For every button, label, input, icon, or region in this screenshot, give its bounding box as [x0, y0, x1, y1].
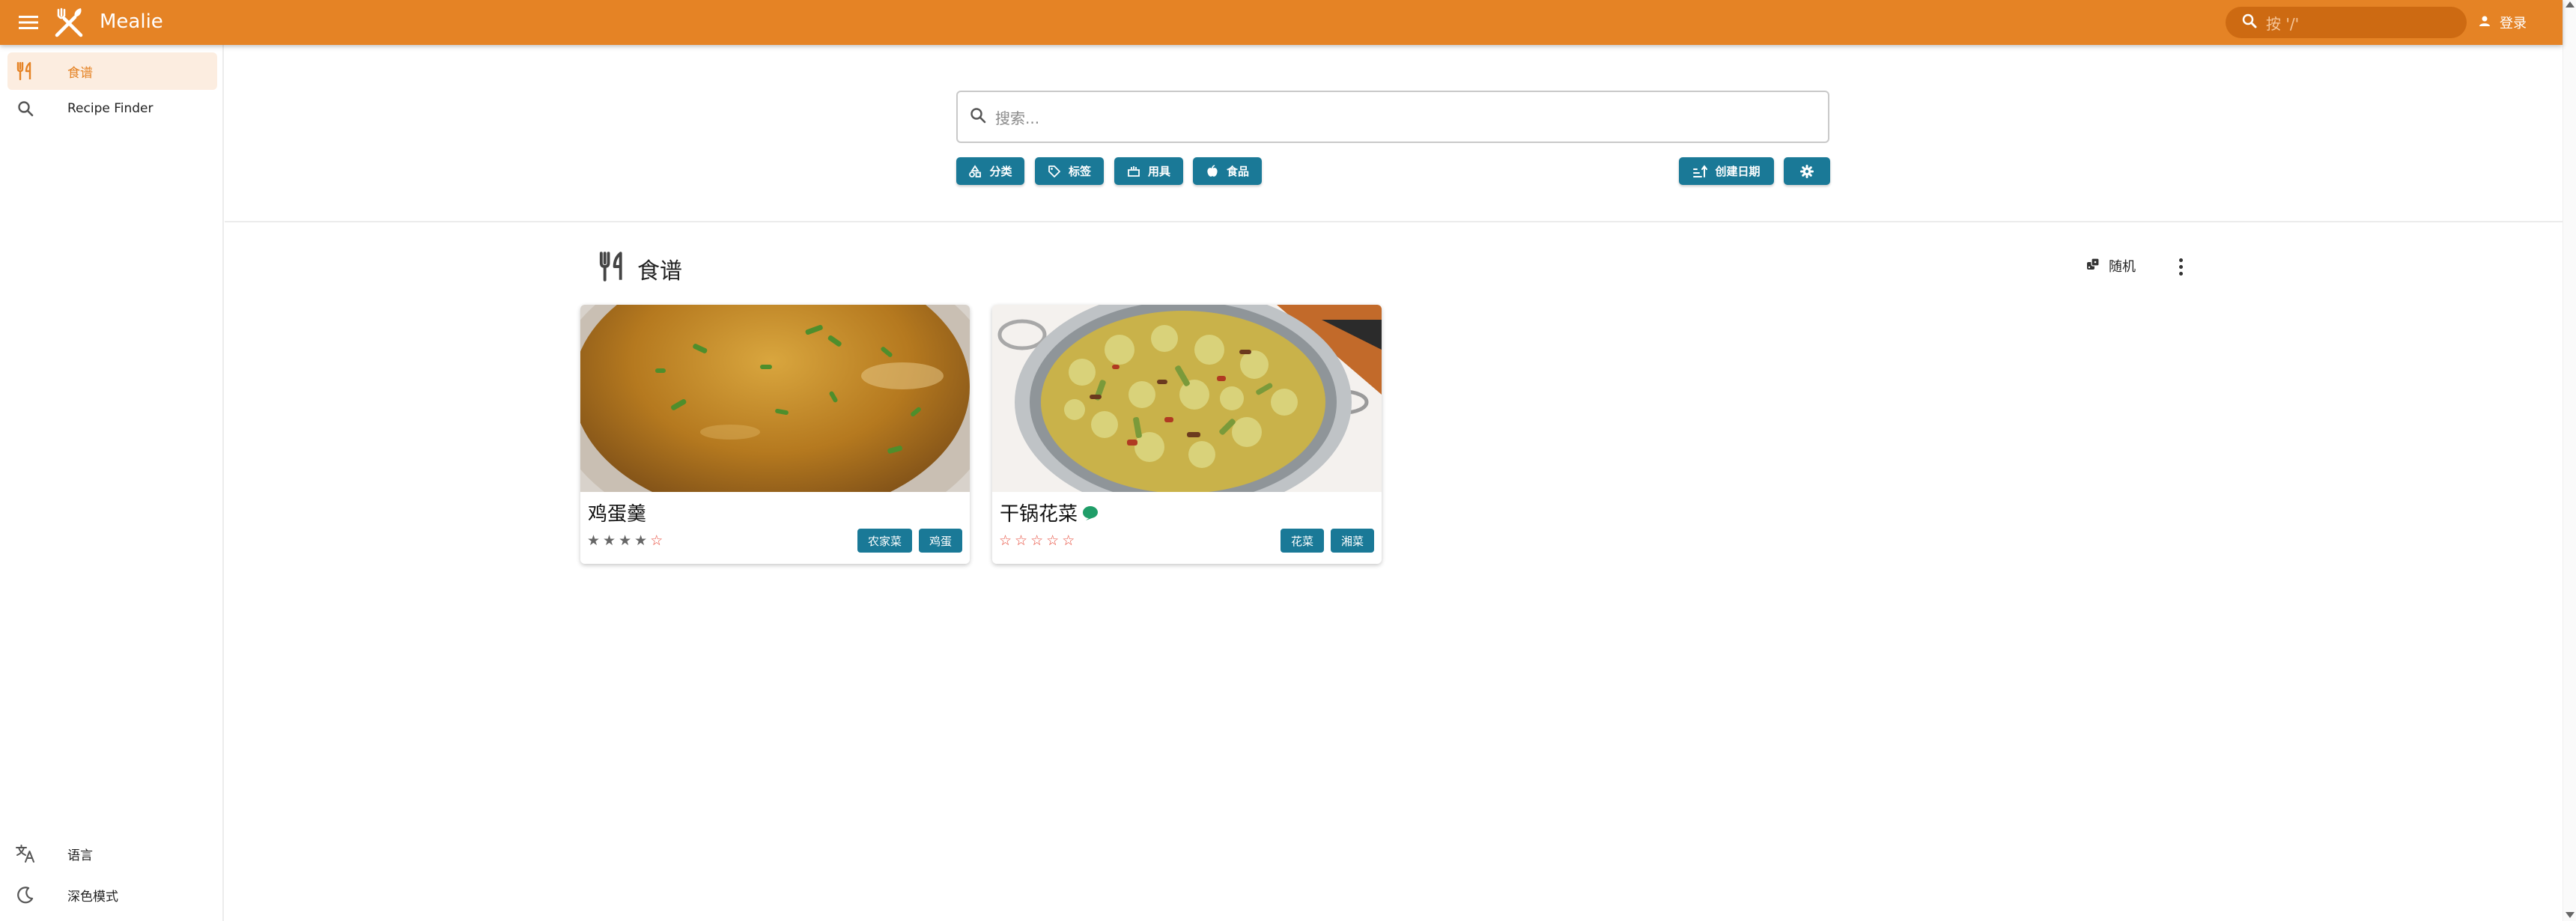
- app-bar: Mealie 按 '/' 登录: [0, 0, 2563, 45]
- fork-knife-icon: [598, 251, 629, 285]
- recipe-rating[interactable]: ★ ★ ★ ★ ☆: [587, 532, 663, 549]
- sidebar-item-recipes[interactable]: 食谱: [7, 52, 217, 90]
- filter-tools-label: 用具: [1147, 165, 1170, 178]
- recipe-search-input[interactable]: 搜索...: [956, 91, 1829, 143]
- sidebar: 食谱 Recipe Finder 语言 深色模式: [0, 45, 224, 921]
- food-apple-icon: [1207, 164, 1218, 177]
- more-options-icon[interactable]: [2172, 253, 2190, 280]
- filter-foods-label: 食品: [1226, 165, 1249, 178]
- star-outline-icon[interactable]: ☆: [1046, 532, 1059, 549]
- sidebar-item-language[interactable]: 语言: [7, 835, 217, 872]
- random-button[interactable]: 随机: [2086, 256, 2136, 276]
- search-icon: [2242, 13, 2257, 31]
- star-icon[interactable]: ★: [634, 532, 647, 549]
- dice-icon: [2086, 257, 2100, 275]
- star-outline-icon[interactable]: ☆: [1062, 532, 1075, 549]
- app-title[interactable]: Mealie: [100, 10, 163, 33]
- filter-tags-button[interactable]: 标签: [1035, 157, 1104, 185]
- translate-icon: [7, 844, 43, 863]
- recipe-search-placeholder: 搜索...: [995, 109, 1040, 127]
- recipe-name[interactable]: 干锅花菜: [1000, 499, 1099, 526]
- filter-categories-label: 分类: [989, 165, 1012, 178]
- sidebar-item-label: Recipe Finder: [67, 101, 154, 116]
- dark-mode-icon: [7, 886, 43, 904]
- recipe-name[interactable]: 鸡蛋羹: [588, 499, 646, 526]
- recipe-rating[interactable]: ☆ ☆ ☆ ☆ ☆: [999, 532, 1075, 549]
- recipe-image: [580, 305, 970, 492]
- section-title: 食谱: [637, 258, 682, 285]
- random-label: 随机: [2109, 259, 2136, 275]
- gear-icon: [1800, 164, 1814, 178]
- login-button[interactable]: 登录: [2479, 13, 2527, 32]
- sort-button[interactable]: 创建日期: [1679, 157, 1774, 185]
- search-icon: [970, 107, 986, 127]
- search-icon: [7, 100, 43, 117]
- mealie-logo-icon[interactable]: [52, 7, 85, 40]
- pot-icon: [1127, 165, 1140, 177]
- star-icon[interactable]: ★: [603, 532, 616, 549]
- recipe-tag[interactable]: 鸡蛋: [918, 529, 962, 553]
- filter-categories-button[interactable]: 分类: [956, 157, 1024, 185]
- section-divider: [225, 221, 2563, 222]
- menu-icon[interactable]: [15, 9, 42, 36]
- recipe-tag[interactable]: 湘菜: [1330, 529, 1374, 553]
- login-label: 登录: [2500, 16, 2527, 31]
- header-search-placeholder: 按 '/': [2266, 14, 2300, 33]
- account-icon: [2479, 15, 2491, 31]
- recipe-card[interactable]: 鸡蛋羹 ★ ★ ★ ★ ☆ 农家菜 鸡蛋: [580, 305, 970, 564]
- sidebar-item-recipe-finder[interactable]: Recipe Finder: [7, 90, 217, 127]
- header-search-input[interactable]: 按 '/': [2226, 7, 2467, 38]
- comment-icon: [1082, 505, 1099, 521]
- star-outline-icon[interactable]: ☆: [1030, 532, 1043, 549]
- sort-icon: [1693, 164, 1708, 177]
- sidebar-item-dark-mode[interactable]: 深色模式: [7, 876, 217, 914]
- recipe-card[interactable]: 干锅花菜 ☆ ☆ ☆ ☆ ☆ 花菜 湘菜: [992, 305, 1382, 564]
- recipe-name-text[interactable]: 干锅花菜: [1000, 499, 1078, 526]
- star-icon[interactable]: ★: [619, 532, 631, 549]
- category-icon: [969, 164, 982, 177]
- star-icon[interactable]: ★: [587, 532, 600, 549]
- recipe-tags: 花菜 湘菜: [1280, 529, 1374, 553]
- settings-button[interactable]: [1784, 157, 1830, 185]
- star-outline-icon[interactable]: ☆: [1015, 532, 1027, 549]
- tag-icon: [1048, 165, 1060, 177]
- fork-knife-icon: [7, 61, 43, 81]
- recipe-tags: 农家菜 鸡蛋: [857, 529, 962, 553]
- recipe-tag[interactable]: 农家菜: [857, 529, 912, 553]
- sidebar-item-label: 食谱: [67, 65, 93, 81]
- star-outline-icon[interactable]: ☆: [999, 532, 1012, 549]
- sort-label: 创建日期: [1715, 165, 1761, 178]
- filter-foods-button[interactable]: 食品: [1193, 157, 1262, 185]
- recipe-image: [992, 305, 1382, 492]
- filter-tags-label: 标签: [1068, 165, 1091, 178]
- filter-tools-button[interactable]: 用具: [1114, 157, 1183, 185]
- sidebar-item-label: 深色模式: [67, 889, 118, 905]
- star-outline-icon[interactable]: ☆: [650, 532, 663, 549]
- recipe-tag[interactable]: 花菜: [1280, 529, 1324, 553]
- sidebar-item-label: 语言: [67, 848, 93, 863]
- page-scrollbar[interactable]: [2563, 0, 2576, 921]
